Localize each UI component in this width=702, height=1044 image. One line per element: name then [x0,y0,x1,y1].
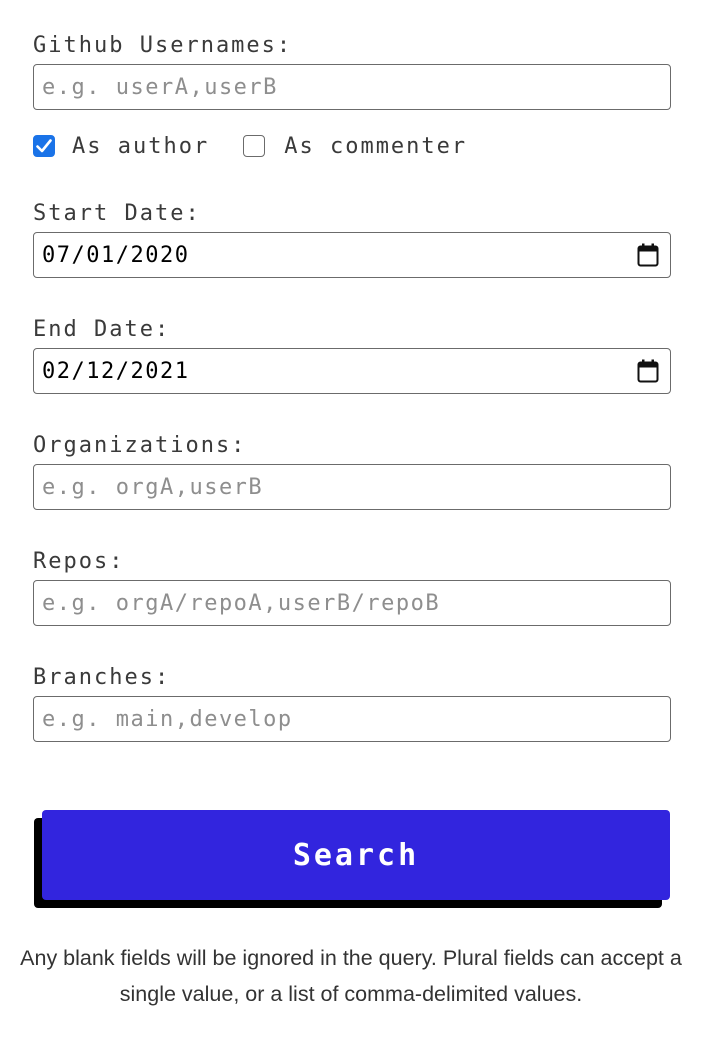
usernames-field [33,64,671,110]
start-date-value[interactable]: 07/01/2020 [42,243,637,268]
as-commenter-label[interactable]: As commenter [284,134,467,159]
as-author-label[interactable]: As author [72,134,209,159]
usernames-input[interactable] [42,74,662,100]
repos-label: Repos: [33,549,125,574]
repos-input[interactable] [42,590,662,616]
branches-input[interactable] [42,706,662,732]
start-date-label: Start Date: [33,201,201,226]
as-commenter-checkbox[interactable] [243,135,266,157]
repos-field [33,580,671,626]
calendar-icon[interactable] [637,243,659,267]
end-date-label: End Date: [33,317,171,342]
end-date-value[interactable]: 02/12/2021 [42,359,637,384]
as-author-checkbox[interactable] [33,135,55,157]
organizations-field [33,464,671,510]
calendar-icon[interactable] [637,359,659,383]
organizations-label: Organizations: [33,433,247,458]
checkmark-icon [36,139,52,153]
organizations-input[interactable] [42,474,662,500]
usernames-label: Github Usernames: [33,33,293,58]
branches-label: Branches: [33,665,171,690]
role-checkbox-row: As author As commenter [33,132,467,160]
branches-field [33,696,671,742]
search-button[interactable]: Search [42,810,670,900]
start-date-field[interactable]: 07/01/2020 [33,232,671,278]
end-date-field[interactable]: 02/12/2021 [33,348,671,394]
help-text: Any blank fields will be ignored in the … [20,946,682,1006]
